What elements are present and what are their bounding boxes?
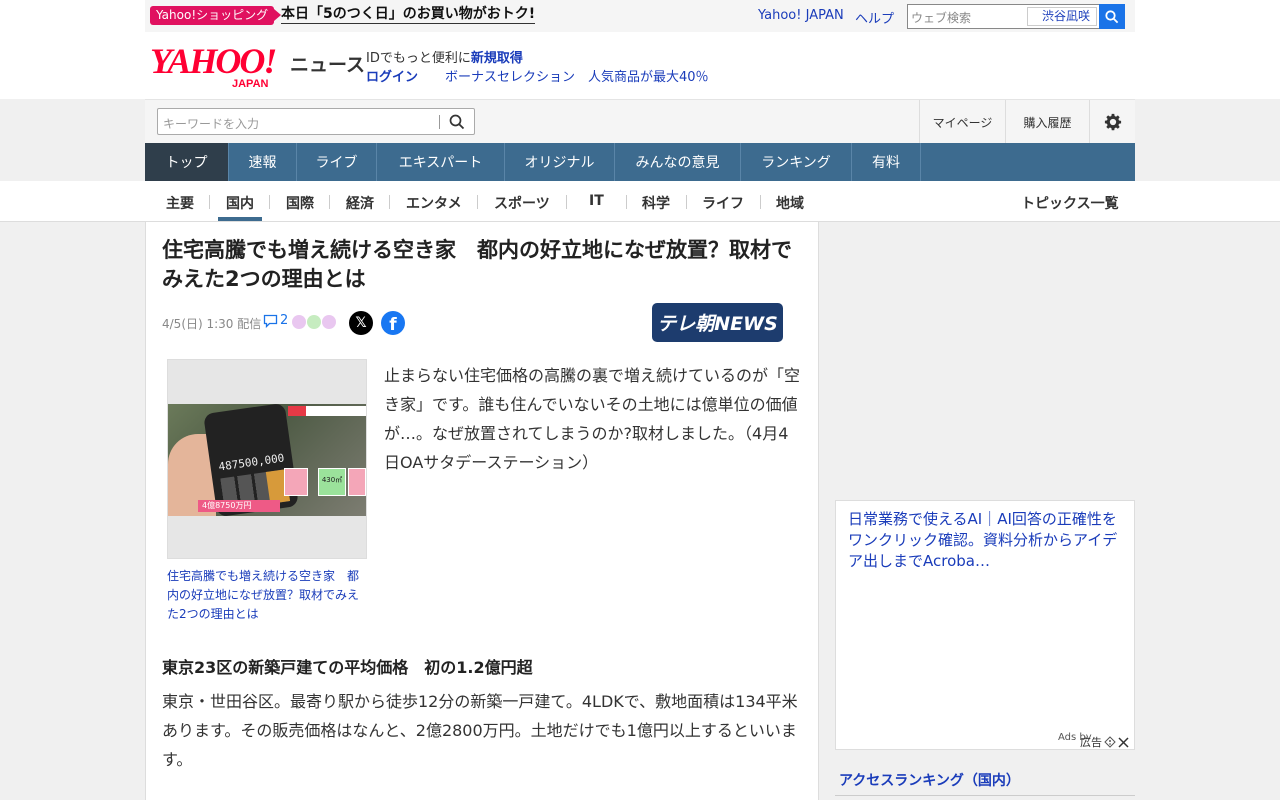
subnav-active-indicator	[218, 217, 262, 221]
close-icon[interactable]	[1118, 736, 1129, 748]
register-link[interactable]: 新規取得	[471, 51, 523, 66]
top-bar-inner: Yahoo!ショッピング 本日「5のつく日」のお買い物がおトク! Yahoo! …	[145, 0, 1135, 32]
id-promo: IDでもっと便利に新規取得	[366, 47, 523, 66]
access-ranking-title[interactable]: アクセスランキング（国内）	[839, 770, 1020, 790]
article-photo[interactable]: 487500,000 430㎡ 4億8750万円	[167, 359, 367, 559]
subnav-divider	[477, 195, 478, 209]
shopping-badge[interactable]: Yahoo!ショッピング	[150, 6, 282, 25]
login-link[interactable]: ログイン	[366, 66, 418, 85]
subnav-divider	[760, 195, 761, 209]
nav-paid[interactable]: 有料	[852, 143, 921, 181]
help-link[interactable]: ヘルプ	[855, 8, 894, 27]
nav-expert[interactable]: エキスパート	[377, 143, 505, 181]
nav-live[interactable]: ライブ	[297, 143, 377, 181]
subnav-divider	[686, 195, 687, 209]
settings-button[interactable]	[1089, 100, 1135, 144]
nav-original[interactable]: オリジナル	[505, 143, 615, 181]
subnav-domestic[interactable]: 国内	[226, 193, 254, 213]
comment-icon	[263, 314, 278, 328]
subnav-economy[interactable]: 経済	[346, 193, 374, 213]
web-search-button[interactable]	[1099, 4, 1125, 29]
subnav-divider	[269, 195, 270, 209]
logo-subtext: JAPAN	[232, 78, 269, 90]
share-facebook-button[interactable]: f	[381, 311, 405, 335]
article-body: 東京・世田谷区。最寄り駅から徒歩12分の新築一戸建て。4LDKで、敷地面積は13…	[162, 692, 798, 769]
ad-label-text: 広告	[1080, 736, 1102, 749]
article-title: 住宅高騰でも増え続ける空き家 都内の好立地になぜ放置？取材でみえた2つの理由とは	[162, 238, 792, 291]
id-promo-text: IDでもっと便利に	[366, 51, 471, 66]
search-divider	[439, 115, 440, 129]
photo-plot-diagram	[284, 468, 308, 496]
search-icon	[1105, 9, 1119, 23]
bonus-selection-link[interactable]: ボーナスセレクション 人気商品が最大40％	[445, 66, 709, 85]
nav-opinions[interactable]: みんなの意見	[615, 143, 741, 181]
mypage-link[interactable]: マイページ	[919, 100, 1005, 144]
yahoo-japan-link[interactable]: Yahoo! JAPAN	[758, 8, 844, 23]
nav-ranking[interactable]: ランキング	[741, 143, 852, 181]
subnav-life[interactable]: ライフ	[702, 193, 744, 213]
photo-caption-strip	[288, 406, 366, 416]
adchoices-icon	[1104, 736, 1116, 748]
sidebar-ad[interactable]: 日常業務で使えるAI｜AI回答の正確性をワンクリック確認。資料分析からアイデア出…	[835, 500, 1135, 750]
comment-count: 2	[280, 313, 289, 328]
subnav-divider	[626, 195, 627, 209]
comment-count-link[interactable]: 2	[263, 313, 288, 328]
source-logo[interactable]: テレ朝NEWS	[652, 303, 783, 342]
subnav-entertainment[interactable]: エンタメ	[406, 193, 462, 213]
news-search-placeholder: キーワードを入力	[163, 117, 260, 131]
share-x-button[interactable]: 𝕏	[349, 311, 373, 335]
web-search-input[interactable]: ウェブ検索 渋谷凪咲	[907, 4, 1100, 29]
nav-top[interactable]: トップ	[145, 143, 229, 181]
ad-label[interactable]: 広告	[1080, 734, 1129, 750]
web-search-suggestion[interactable]: 渋谷凪咲	[1027, 7, 1097, 26]
reaction-emoji-icon	[307, 315, 321, 329]
facebook-logo-icon: f	[389, 315, 397, 335]
purchase-history-link[interactable]: 購入履歴	[1005, 100, 1089, 144]
photo-price-tag: 4億8750万円	[198, 500, 280, 512]
nav-breaking[interactable]: 速報	[229, 143, 297, 181]
subnav-world[interactable]: 国際	[286, 193, 314, 213]
subnav-science[interactable]: 科学	[642, 193, 670, 213]
toolbar: キーワードを入力 マイページ 購入履歴	[145, 99, 1135, 144]
article-subhead: 東京23区の新築戸建ての平均価格 初の1.2億円超	[162, 658, 533, 677]
photo-caption[interactable]: 住宅高騰でも増え続ける空き家 都内の好立地になぜ放置？取材でみえた2つの理由とは	[167, 567, 367, 624]
web-search-placeholder: ウェブ検索	[911, 11, 972, 25]
search-icon[interactable]	[449, 114, 465, 130]
shopping-promo-link[interactable]: 本日「5のつく日」のお買い物がおトク!	[281, 5, 536, 24]
ranking-divider	[835, 795, 1135, 796]
global-nav: トップ 速報 ライブ エキスパート オリジナル みんなの意見 ランキング 有料	[145, 143, 1135, 181]
subnav-sports[interactable]: スポーツ	[494, 193, 550, 213]
article-photo-image: 487500,000 430㎡ 4億8750万円	[168, 404, 366, 516]
subnav-divider	[209, 195, 210, 209]
topics-list-link[interactable]: トピックス一覧	[1021, 193, 1119, 213]
article-lead: 止まらない住宅価格の高騰の裏で増え続けているのが「空き家」です。誰も住んでいない…	[384, 366, 801, 472]
photo-plot-diagram: 430㎡	[318, 468, 346, 496]
reaction-emoji-icon	[292, 315, 306, 329]
article: 住宅高騰でも増え続ける空き家 都内の好立地になぜ放置？取材でみえた2つの理由とは…	[145, 222, 819, 800]
x-logo-icon: 𝕏	[355, 315, 367, 331]
article-date: 4/5(日) 1:30 配信	[162, 317, 262, 331]
subnav-divider	[329, 195, 330, 209]
subnav-divider	[389, 195, 390, 209]
reaction-emoji-icon	[322, 315, 336, 329]
ad-text[interactable]: 日常業務で使えるAI｜AI回答の正確性をワンクリック確認。資料分析からアイデア出…	[848, 509, 1128, 572]
top-bar: Yahoo!ショッピング 本日「5のつく日」のお買い物がおトク! Yahoo! …	[0, 0, 1280, 32]
gear-icon	[1104, 113, 1121, 131]
yahoo-logo[interactable]: YAHOO! JAPAN	[150, 43, 277, 90]
site-header: YAHOO! JAPAN ニュース IDでもっと便利に新規取得 ログイン ボーナ…	[0, 32, 1280, 99]
news-section-label[interactable]: ニュース	[290, 50, 365, 77]
subnav-divider	[566, 195, 567, 209]
subnav-main[interactable]: 主要	[166, 193, 194, 213]
subnav-local[interactable]: 地域	[776, 193, 804, 213]
photo-plot-diagram	[348, 468, 366, 496]
news-search-input[interactable]: キーワードを入力	[157, 108, 475, 135]
subnav-it[interactable]: IT	[589, 193, 604, 209]
logo-text: YAHOO!	[150, 41, 277, 81]
